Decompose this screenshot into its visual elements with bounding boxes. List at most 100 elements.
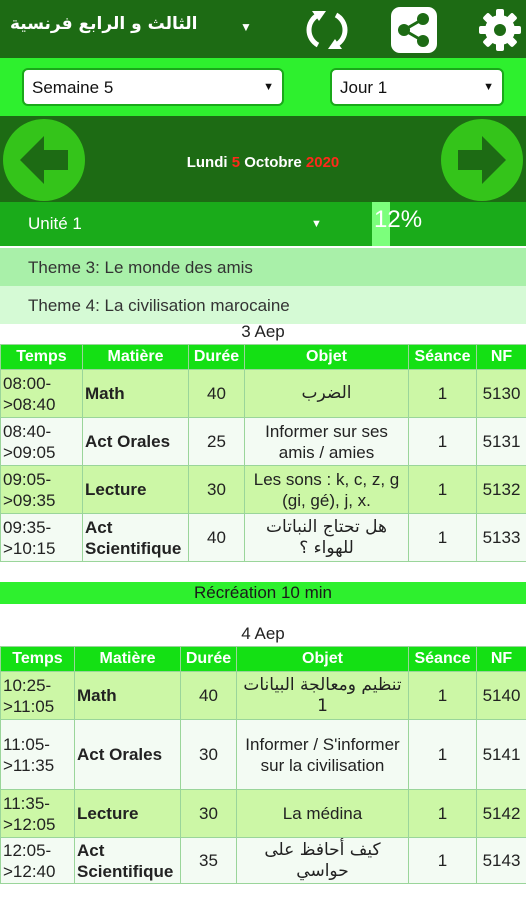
date-weekday: Lundi xyxy=(186,154,228,171)
duration-cell: 40 xyxy=(180,671,237,720)
nf-cell: 5132 xyxy=(476,465,526,514)
table-row[interactable]: 09:35- >10:15 Act Scientifique 40 هل تحتا… xyxy=(0,513,526,562)
duration-cell: 25 xyxy=(188,417,245,466)
column-header: Temps xyxy=(0,344,83,370)
objective-cell: Informer sur ses amis / amies xyxy=(244,417,409,466)
time-cell: 08:40- >09:05 xyxy=(0,417,83,466)
class-title: 4 Aep xyxy=(241,624,285,643)
column-header: Séance xyxy=(408,646,477,672)
column-header: Objet xyxy=(244,344,409,370)
next-day-button[interactable] xyxy=(440,118,524,202)
session-cell: 1 xyxy=(408,513,477,562)
theme-item[interactable]: Theme 3: Le monde des amis xyxy=(0,248,526,286)
progress-text: 12% xyxy=(374,206,423,233)
chevron-down-icon: ▼ xyxy=(483,81,494,93)
selector-row: Semaine 5 ▼ Jour 1 ▼ xyxy=(0,58,526,116)
schedule-table: Temps Matière Durée Objet Séance NF 08:0… xyxy=(0,344,526,562)
theme-item[interactable]: Theme 4: La civilisation marocaine xyxy=(0,286,526,324)
gear-icon[interactable] xyxy=(477,7,523,53)
time-cell: 11:35- >12:05 xyxy=(0,789,75,838)
session-cell: 1 xyxy=(408,719,477,790)
objective-cell: هل تحتاج النباتات للهواء ؟ xyxy=(244,513,409,562)
table-row[interactable]: 08:00- >08:40 Math 40 الضرب 1 5130 xyxy=(0,369,526,418)
table-row[interactable]: 08:40- >09:05 Act Orales 25 Informer sur … xyxy=(0,417,526,466)
subject-cell: Lecture xyxy=(74,789,181,838)
subject-cell: Act Scientifique xyxy=(82,513,189,562)
date-month: Octobre xyxy=(244,154,302,171)
share-icon[interactable] xyxy=(390,6,438,54)
column-header: NF xyxy=(476,646,526,672)
nf-cell: 5130 xyxy=(476,369,526,418)
week-select[interactable]: Semaine 5 ▼ xyxy=(22,68,284,106)
session-cell: 1 xyxy=(408,465,477,514)
session-cell: 1 xyxy=(408,837,477,884)
objective-cell: La médina xyxy=(236,789,409,838)
subject-cell: Act Orales xyxy=(74,719,181,790)
column-header: NF xyxy=(476,344,526,370)
subject-cell: Math xyxy=(82,369,189,418)
column-header: Durée xyxy=(188,344,245,370)
nf-cell: 5140 xyxy=(476,671,526,720)
session-cell: 1 xyxy=(408,417,477,466)
table-row[interactable]: 12:05- >12:40 Act Scientifique 35 كيف أحا… xyxy=(0,837,526,884)
subject-cell: Act Scientifique xyxy=(74,837,181,884)
unit-selector[interactable]: Unité 1 ▼ xyxy=(0,202,526,246)
duration-cell: 30 xyxy=(188,465,245,514)
time-cell: 09:05- >09:35 xyxy=(0,465,83,514)
arrow-right-icon xyxy=(441,119,523,201)
subject-cell: Act Orales xyxy=(82,417,189,466)
refresh-icon[interactable] xyxy=(304,7,350,53)
column-header: Matière xyxy=(74,646,181,672)
schedule-table: Temps Matière Durée Objet Séance NF 10:2… xyxy=(0,646,526,884)
date-year: 2020 xyxy=(305,154,340,171)
chevron-down-icon[interactable]: ▼ xyxy=(240,20,252,34)
date-day: 5 xyxy=(231,154,241,171)
column-header: Matière xyxy=(82,344,189,370)
day-select[interactable]: Jour 1 ▼ xyxy=(330,68,504,106)
time-cell: 12:05- >12:40 xyxy=(0,837,75,884)
unit-label: Unité 1 xyxy=(28,214,82,233)
table-row[interactable]: 10:25- >11:05 Math 40 تنظيم ومعالجة البيا… xyxy=(0,671,526,720)
duration-cell: 40 xyxy=(188,369,245,418)
week-select-value: Semaine 5 xyxy=(32,78,114,97)
objective-cell: Les sons : k, c, z, g (gi, gé), j, x. xyxy=(244,465,409,514)
day-select-value: Jour 1 xyxy=(340,78,388,97)
session-cell: 1 xyxy=(408,369,477,418)
time-cell: 09:35- >10:15 xyxy=(0,513,83,562)
subject-cell: Math xyxy=(74,671,181,720)
recreation-banner: Récréation 10 min xyxy=(0,582,526,604)
date-navigation: Lundi 5 Octobre 2020 xyxy=(0,116,526,202)
table-row[interactable]: 11:05- >11:35 Act Orales 30 Informer / S'… xyxy=(0,719,526,790)
nf-cell: 5131 xyxy=(476,417,526,466)
nf-cell: 5142 xyxy=(476,789,526,838)
objective-cell: تنظيم ومعالجة البيانات 1 xyxy=(236,671,409,720)
chevron-down-icon: ▼ xyxy=(263,81,274,93)
class-title: 3 Aep xyxy=(241,322,285,341)
objective-cell: الضرب xyxy=(244,369,409,418)
column-header: Objet xyxy=(236,646,409,672)
column-header: Durée xyxy=(180,646,237,672)
nf-cell: 5133 xyxy=(476,513,526,562)
duration-cell: 35 xyxy=(180,837,237,884)
duration-cell: 30 xyxy=(180,789,237,838)
chevron-down-icon: ▼ xyxy=(311,218,322,230)
time-cell: 10:25- >11:05 xyxy=(0,671,75,720)
subject-cell: Lecture xyxy=(82,465,189,514)
objective-cell: كيف أحافظ على حواسي xyxy=(236,837,409,884)
top-bar: الثالث و الرابع فرنسية ▼ xyxy=(0,0,526,58)
level-title: الثالث و الرابع فرنسية xyxy=(10,14,198,34)
table-row[interactable]: 11:35- >12:05 Lecture 30 La médina 1 5142 xyxy=(0,789,526,838)
nf-cell: 5141 xyxy=(476,719,526,790)
table-row[interactable]: 09:05- >09:35 Lecture 30 Les sons : k, c,… xyxy=(0,465,526,514)
column-header: Séance xyxy=(408,344,477,370)
level-selector[interactable]: الثالث و الرابع فرنسية xyxy=(10,14,230,34)
column-header: Temps xyxy=(0,646,75,672)
objective-cell: Informer / S'informer sur la civilisatio… xyxy=(236,719,409,790)
session-cell: 1 xyxy=(408,789,477,838)
session-cell: 1 xyxy=(408,671,477,720)
duration-cell: 40 xyxy=(188,513,245,562)
duration-cell: 30 xyxy=(180,719,237,790)
time-cell: 11:05- >11:35 xyxy=(0,719,75,790)
nf-cell: 5143 xyxy=(476,837,526,884)
time-cell: 08:00- >08:40 xyxy=(0,369,83,418)
